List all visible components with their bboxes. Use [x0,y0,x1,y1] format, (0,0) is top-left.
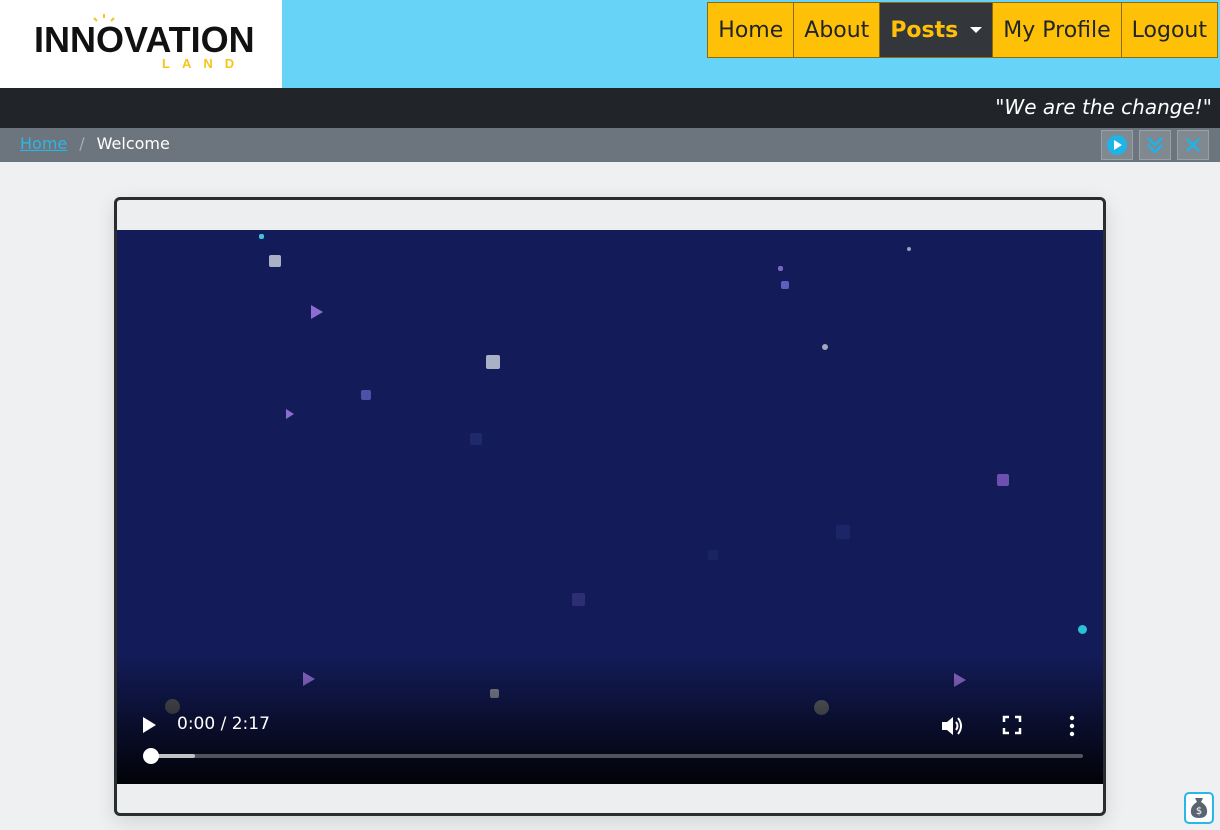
particle [269,255,281,267]
slogan-bar: "We are the change!" [0,88,1220,128]
particle [486,355,500,369]
volume-icon[interactable] [940,714,966,738]
breadcrumb-home-link[interactable]: Home [20,134,67,153]
particle [997,474,1009,486]
close-tool-button[interactable] [1177,130,1209,160]
video-card: 0:00 / 2:17 [114,197,1106,816]
expand-tool-button[interactable] [1139,130,1171,160]
particle [286,409,294,419]
particle [470,433,482,445]
caret-down-icon [970,27,983,33]
particle [572,593,585,606]
breadcrumb-current: Welcome [96,134,170,153]
nav-about-label: About [804,17,870,43]
video-player[interactable]: 0:00 / 2:17 [117,230,1103,784]
more-vert-icon[interactable] [1067,714,1077,738]
particle [361,390,371,400]
particle [907,247,911,251]
close-icon [1186,138,1200,152]
play-tool-button[interactable] [1101,130,1133,160]
play-icon[interactable] [139,714,159,736]
money-bag-button[interactable]: $ [1184,792,1214,824]
double-chevron-down-icon [1147,137,1163,154]
nav-logout[interactable]: Logout [1120,2,1218,58]
nav-posts-label: Posts [890,17,959,43]
video-progress-bar[interactable] [143,748,1083,764]
money-bag-icon: $ [1190,798,1208,818]
nav-my-profile[interactable]: My Profile [992,2,1122,58]
particle [836,525,850,539]
particle [822,344,828,350]
svg-text:$: $ [1196,806,1202,817]
site-header: INNOVATION LAND Home About Posts My Prof… [0,0,1220,88]
breadcrumb-bar: Home / Welcome [0,128,1220,162]
nav-about[interactable]: About [793,2,881,58]
slogan-text: "We are the change!" [995,95,1212,119]
main-nav: Home About Posts My Profile Logout [707,2,1218,58]
breadcrumb-tools [1101,130,1209,160]
logo-subtext: LAND [162,56,247,71]
nav-posts-dropdown[interactable]: Posts [879,2,994,58]
play-circle-icon [1107,135,1127,155]
nav-home[interactable]: Home [707,2,795,58]
particle [1078,625,1087,634]
particle [781,281,789,289]
particle [778,266,783,271]
fullscreen-icon[interactable] [1002,715,1022,735]
breadcrumb: Home / Welcome [20,134,170,153]
particle [311,305,323,319]
nav-logout-label: Logout [1131,17,1207,43]
nav-home-label: Home [718,17,784,43]
logo[interactable]: INNOVATION LAND [0,0,282,88]
nav-my-profile-label: My Profile [1003,17,1111,43]
particle [708,550,718,560]
particle [259,234,264,239]
progress-thumb[interactable] [143,748,159,764]
breadcrumb-separator: / [79,134,85,153]
video-time: 0:00 / 2:17 [177,714,270,734]
